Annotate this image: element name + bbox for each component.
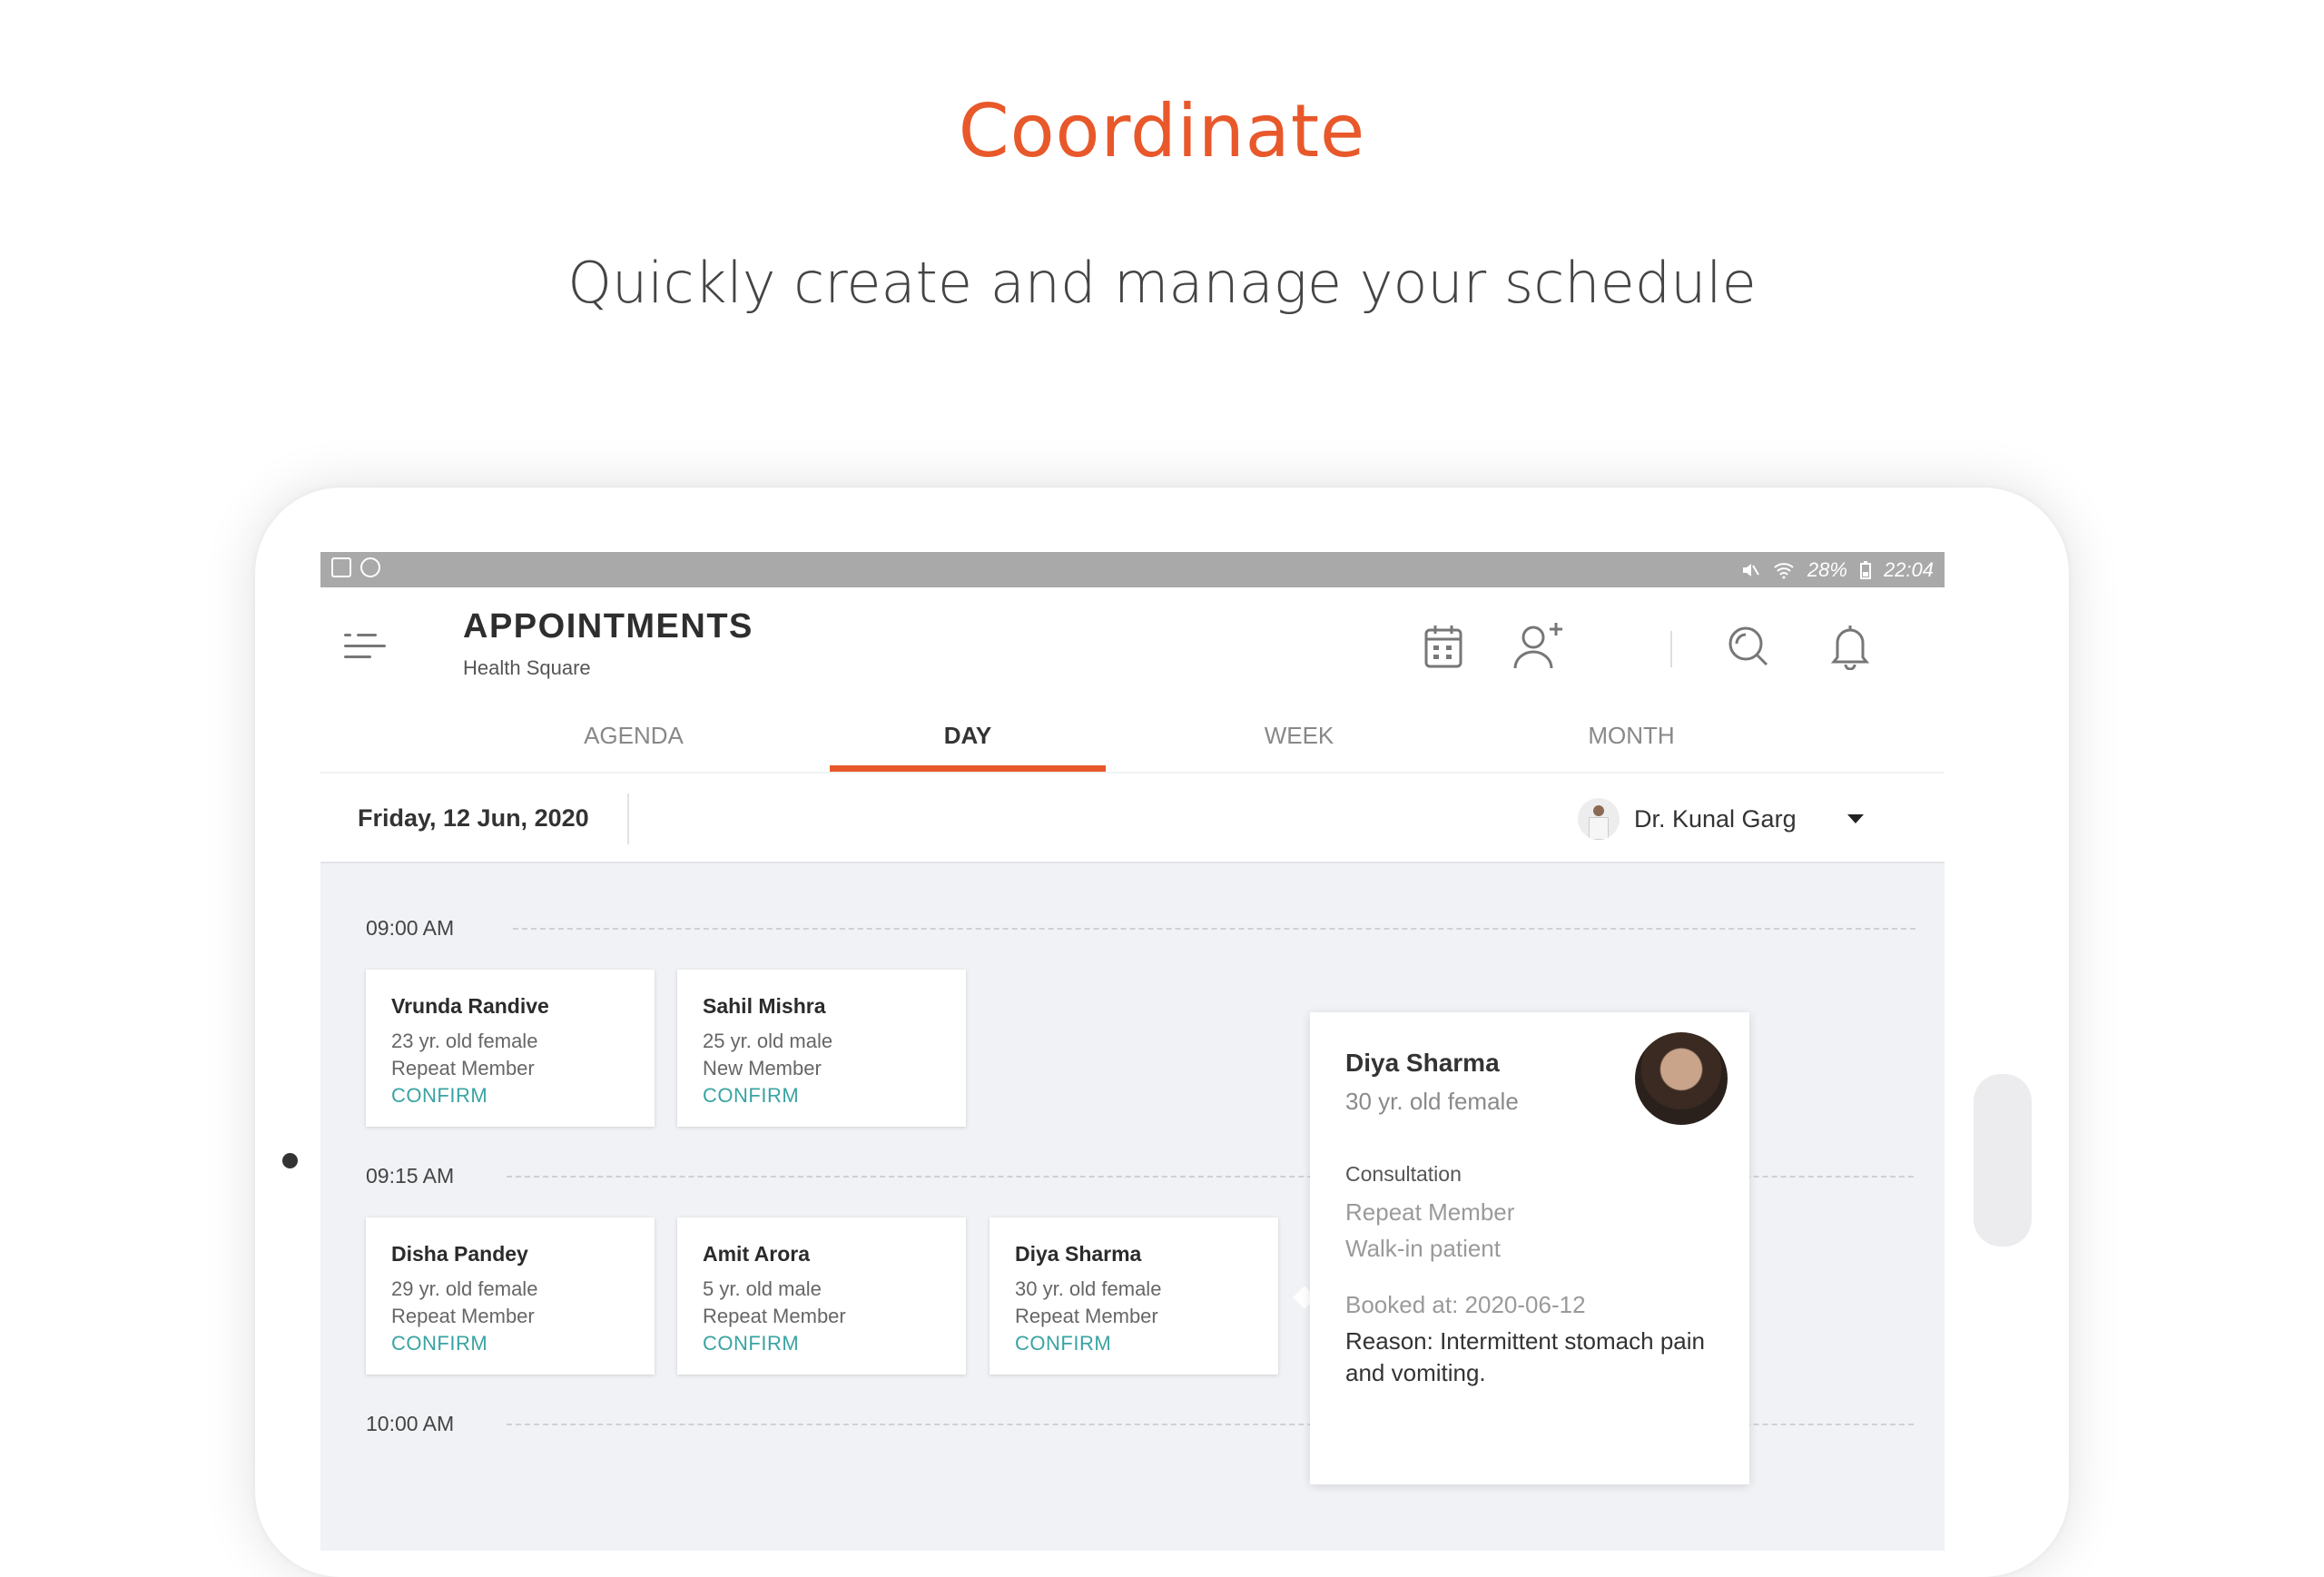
battery-icon — [1859, 561, 1871, 579]
patient-name: Amit Arora — [703, 1242, 810, 1266]
gallery-icon — [331, 557, 351, 577]
teams-icon — [360, 557, 380, 577]
patient-age: 29 yr. old female — [391, 1277, 538, 1300]
patient-name: Diya Sharma — [1015, 1242, 1142, 1266]
doctor-name: Dr. Kunal Garg — [1634, 804, 1797, 833]
calendar-button[interactable] — [1416, 619, 1471, 674]
patient-age: 30 yr. old female — [1015, 1277, 1162, 1300]
detail-patient-age: 30 yr. old female — [1345, 1088, 1519, 1115]
detail-booked-at: Booked at: 2020-06-12 — [1345, 1291, 1586, 1318]
time-slot-label: 09:15 AM — [366, 1164, 455, 1188]
chevron-down-icon[interactable] — [1846, 814, 1864, 823]
add-user-icon — [1513, 623, 1562, 669]
wifi-icon — [1774, 563, 1794, 579]
member-type: Repeat Member — [391, 1305, 535, 1327]
appointment-card[interactable]: Sahil Mishra 25 yr. old male New Member … — [677, 970, 966, 1127]
promo-subline: Quickly create and manage your schedule — [567, 250, 1757, 316]
appointment-card[interactable]: Vrunda Randive 23 yr. old female Repeat … — [366, 970, 655, 1127]
tablet-camera — [282, 1153, 298, 1168]
page-title: APPOINTMENTS — [463, 607, 753, 646]
detail-reason: Reason: Intermittent stomach pain and vo… — [1345, 1327, 1705, 1386]
time-slot-label: 10:00 AM — [366, 1412, 455, 1435]
tablet-home-button[interactable] — [1974, 1074, 2032, 1247]
menu-icon[interactable] — [344, 628, 386, 665]
tab-agenda[interactable]: AGENDA — [496, 719, 772, 772]
detail-patient-name: Diya Sharma — [1345, 1049, 1500, 1077]
detail-visit-type: Consultation — [1345, 1162, 1462, 1186]
confirm-button[interactable]: CONFIRM — [703, 1082, 966, 1109]
tab-month[interactable]: MONTH — [1493, 719, 1769, 772]
appointment-card[interactable]: Disha Pandey 29 yr. old female Repeat Me… — [366, 1217, 655, 1375]
current-date[interactable]: Friday, 12 Jun, 2020 — [358, 804, 589, 833]
notifications-button[interactable] — [1823, 619, 1877, 674]
clock: 22:04 — [1883, 558, 1934, 581]
date-bar: Friday, 12 Jun, 2020 Dr. Kunal Garg — [320, 774, 1945, 863]
doctor-avatar — [1578, 798, 1620, 840]
member-type: Repeat Member — [1015, 1305, 1158, 1327]
detail-visit-mode: Walk-in patient — [1345, 1235, 1501, 1262]
detail-member-type: Repeat Member — [1345, 1198, 1515, 1226]
search-icon — [1728, 626, 1768, 666]
bell-icon — [1830, 626, 1870, 670]
toolbar-divider — [1670, 631, 1672, 667]
patient-age: 23 yr. old female — [391, 1030, 538, 1052]
search-button[interactable] — [1721, 619, 1776, 674]
confirm-button[interactable]: CONFIRM — [703, 1330, 966, 1357]
promo-headline: Coordinate — [958, 89, 1366, 173]
patient-age: 5 yr. old male — [703, 1277, 822, 1300]
tab-week[interactable]: WEEK — [1161, 719, 1437, 772]
appointment-card[interactable]: Amit Arora 5 yr. old male Repeat Member … — [677, 1217, 966, 1375]
patient-avatar — [1635, 1032, 1728, 1125]
time-slot-line — [513, 928, 1915, 930]
patient-name: Vrunda Randive — [391, 994, 549, 1018]
confirm-button[interactable]: CONFIRM — [391, 1330, 655, 1357]
status-bar: 28% 22:04 — [320, 552, 1945, 587]
appointment-detail-popover: Diya Sharma 30 yr. old female Consultati… — [1310, 1012, 1749, 1484]
add-patient-button[interactable] — [1512, 619, 1566, 674]
appointment-card[interactable]: Diya Sharma 30 yr. old female Repeat Mem… — [990, 1217, 1278, 1375]
mute-icon — [1742, 564, 1759, 577]
doctor-selector[interactable]: Dr. Kunal Garg — [1578, 796, 1864, 842]
date-divider — [627, 793, 629, 844]
tab-day[interactable]: DAY — [830, 719, 1106, 772]
confirm-button[interactable]: CONFIRM — [391, 1082, 655, 1109]
calendar-icon — [1424, 626, 1462, 668]
member-type: New Member — [703, 1057, 822, 1079]
clinic-name: Health Square — [463, 656, 591, 679]
time-slot-label: 09:00 AM — [366, 916, 455, 940]
view-tabs: AGENDA DAY WEEK MONTH — [320, 719, 1945, 772]
patient-name: Sahil Mishra — [703, 994, 826, 1018]
app-bar: APPOINTMENTS Health Square — [320, 587, 1945, 719]
battery-percent: 28% — [1807, 558, 1847, 581]
patient-name: Disha Pandey — [391, 1242, 528, 1266]
patient-age: 25 yr. old male — [703, 1030, 833, 1052]
member-type: Repeat Member — [703, 1305, 846, 1327]
member-type: Repeat Member — [391, 1057, 535, 1079]
confirm-button[interactable]: CONFIRM — [1015, 1330, 1278, 1357]
